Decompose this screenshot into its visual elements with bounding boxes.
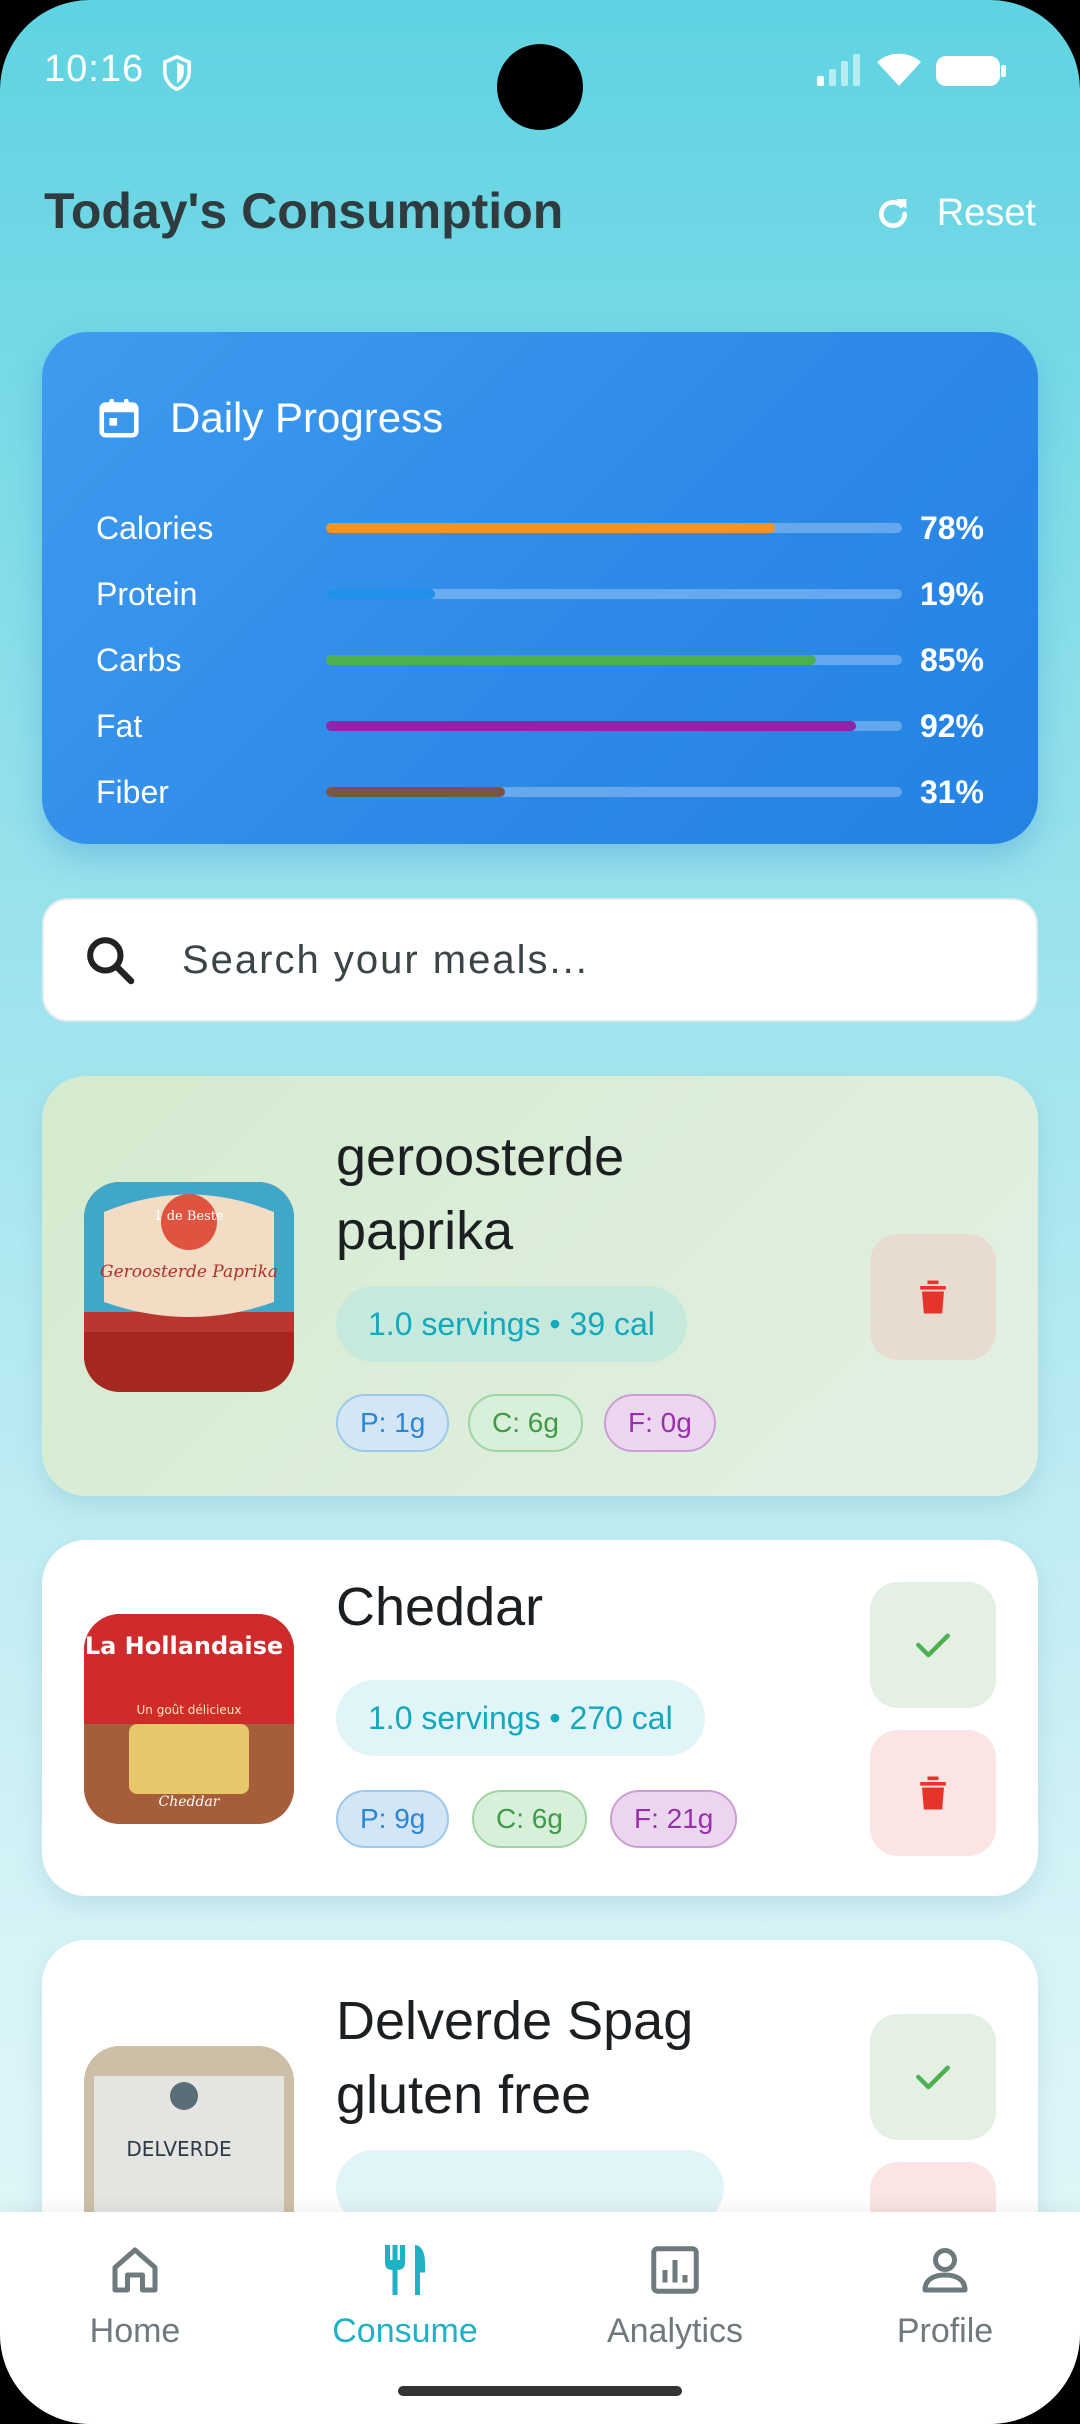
reset-label: Reset — [936, 192, 1036, 234]
trash-icon — [920, 1280, 946, 1314]
servings-pill: 1.0 servings • 270 cal — [336, 1680, 705, 1756]
package-product-text: Cheddar — [159, 1794, 221, 1810]
status-time: 10:16 — [44, 48, 145, 90]
progress-track — [326, 589, 902, 599]
app-screen: 10:16 Today's Consumption Reset Daily Pr… — [0, 0, 1080, 2424]
shield-icon — [163, 54, 191, 92]
check-icon — [916, 1633, 950, 1658]
meal-name-line: Delverde Spag — [336, 1991, 694, 2051]
metric-label: Carbs — [96, 641, 182, 678]
package-tagline-text: Un goût délicieux — [137, 1703, 242, 1717]
package-brand-text: La Hollandaise — [85, 1632, 283, 1660]
jar-brand-text: 1 de Beste — [154, 1209, 224, 1224]
nav-home[interactable]: Home — [35, 2240, 235, 2351]
check-icon — [916, 2065, 950, 2090]
progress-fill — [326, 721, 856, 731]
person-icon — [922, 2247, 968, 2293]
progress-track — [326, 655, 902, 665]
analytics-icon — [651, 2246, 699, 2294]
confirm-button[interactable] — [870, 2014, 996, 2140]
meal-name-line: geroosterde — [336, 1127, 625, 1187]
status-bar: 10:16 — [0, 0, 1080, 140]
progress-fill — [326, 589, 436, 599]
search-input[interactable]: Search your meals... — [42, 898, 1038, 1022]
carbs-chip: C: 6g — [468, 1394, 583, 1452]
meal-thumbnail: 1 de Beste Geroosterde Paprika — [84, 1182, 294, 1392]
meal-name-line: paprika — [336, 1201, 514, 1261]
jar-image: 1 de Beste Geroosterde Paprika — [84, 1182, 294, 1392]
reset-button[interactable]: Reset — [873, 192, 1036, 235]
servings-pill: 1.0 servings • 39 cal — [336, 1286, 687, 1362]
delete-button[interactable] — [870, 1730, 996, 1856]
search-placeholder: Search your meals... — [182, 937, 589, 982]
metric-label: Calories — [96, 509, 214, 546]
cheese-package-image: La Hollandaise Un goût délicieux Cheddar — [84, 1614, 294, 1824]
nav-analytics[interactable]: Analytics — [575, 2240, 775, 2351]
fat-chip: F: 21g — [610, 1790, 738, 1848]
progress-track — [326, 523, 902, 533]
jar-product-text: Geroosterde Paprika — [100, 1262, 278, 1282]
carbs-chip: C: 6g — [472, 1790, 587, 1848]
nav-label: Consume — [332, 2312, 478, 2350]
wifi-icon — [877, 53, 921, 86]
search-icon — [87, 937, 135, 985]
progress-fill — [326, 523, 776, 533]
protein-chip: P: 9g — [336, 1790, 450, 1848]
battery-icon — [936, 56, 1006, 86]
trash-icon — [920, 1776, 946, 1810]
metric-percent: 92% — [919, 707, 984, 744]
meal-card[interactable]: 1 de Beste Geroosterde Paprika gerooster… — [42, 1076, 1038, 1496]
nav-label: Profile — [896, 2312, 994, 2350]
delete-button[interactable] — [870, 1234, 996, 1360]
nav-consume[interactable]: Consume — [305, 2240, 505, 2351]
confirm-button[interactable] — [870, 1582, 996, 1708]
metric-percent: 78% — [919, 509, 984, 546]
metric-label: Fat — [96, 707, 143, 744]
home-indicator[interactable] — [398, 2386, 682, 2396]
signal-icon — [817, 54, 860, 86]
fat-chip: F: 0g — [604, 1394, 716, 1452]
meal-name-line: gluten free — [336, 2065, 592, 2125]
fork-knife-icon — [385, 2245, 425, 2295]
metric-label: Protein — [96, 575, 198, 612]
progress-fill — [326, 787, 505, 797]
daily-progress-card: Daily Progress Calories 78% Protein 19% … — [42, 332, 1038, 844]
nav-label: Analytics — [606, 2312, 744, 2350]
package-brand-text: DELVERDE — [126, 2137, 231, 2161]
metric-percent: 19% — [919, 575, 984, 612]
metric-fiber: Fiber 31% — [96, 772, 984, 812]
metric-label: Fiber — [96, 773, 169, 810]
nav-label: Home — [89, 2312, 181, 2350]
nav-profile[interactable]: Profile — [845, 2240, 1045, 2351]
metric-protein: Protein 19% — [96, 574, 984, 614]
metric-carbs: Carbs 85% — [96, 640, 984, 680]
meal-name: Cheddar — [336, 1577, 544, 1637]
refresh-icon — [878, 198, 907, 228]
meal-thumbnail: La Hollandaise Un goût délicieux Cheddar — [84, 1614, 294, 1824]
page-title: Today's Consumption — [44, 183, 564, 239]
metric-fat: Fat 92% — [96, 706, 984, 746]
home-icon — [112, 2247, 158, 2293]
progress-fill — [326, 655, 816, 665]
protein-chip: P: 1g — [336, 1394, 450, 1452]
calendar-icon — [99, 398, 139, 438]
metric-percent: 85% — [919, 641, 984, 678]
metric-calories: Calories 78% — [96, 508, 984, 548]
progress-track — [326, 721, 902, 731]
camera-cutout — [497, 44, 583, 130]
progress-track — [326, 787, 902, 797]
metric-percent: 31% — [919, 773, 984, 810]
card-title: Daily Progress — [170, 394, 444, 441]
meal-card[interactable]: La Hollandaise Un goût délicieux Cheddar… — [42, 1540, 1038, 1896]
